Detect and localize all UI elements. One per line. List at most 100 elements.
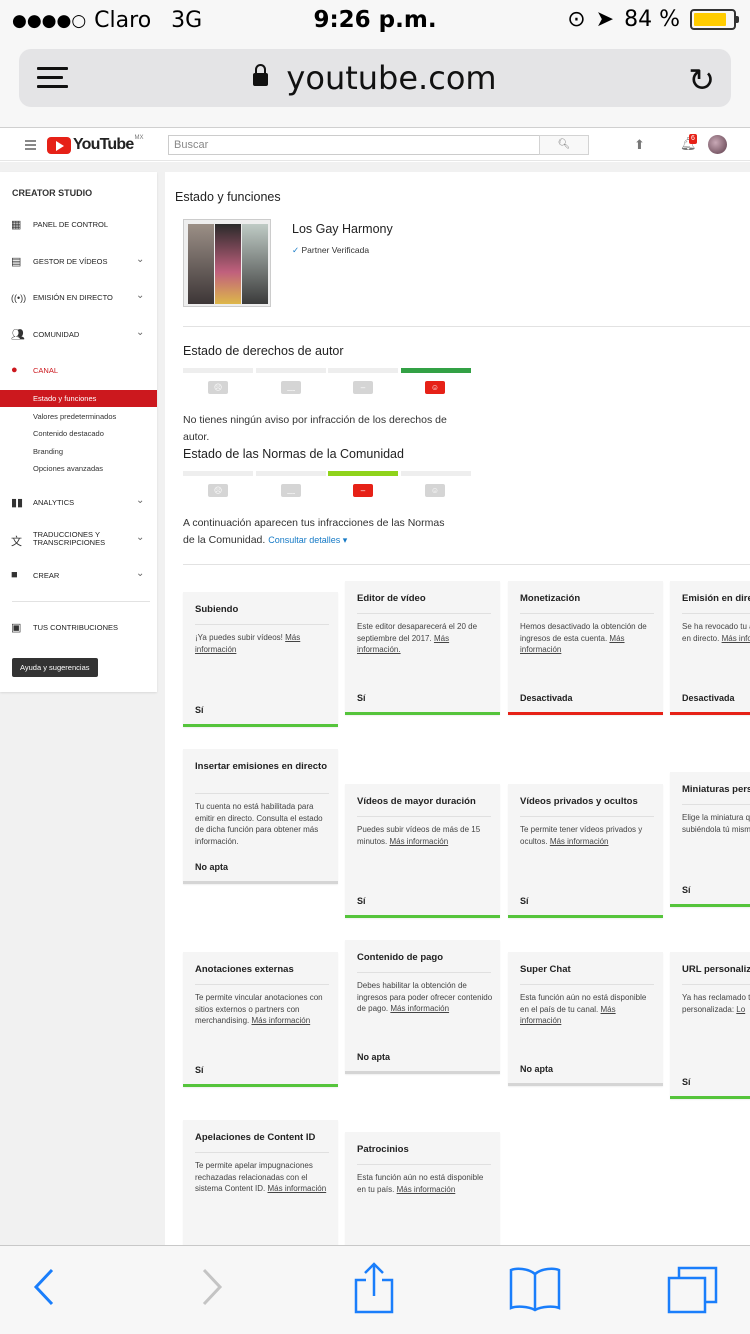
browser-toolbar (0, 1245, 750, 1334)
avatar[interactable] (708, 135, 727, 154)
feature-card: Subiendo ¡Ya puedes subir vídeos! Más inf… (183, 592, 338, 727)
sidebar-item-traducciones[interactable]: 文 TRADUCCIONES Y TRANSCRIPCIONES ⌄ (0, 527, 157, 553)
card-divider (682, 984, 750, 985)
more-info-link[interactable]: Más información (251, 1016, 310, 1025)
reload-icon[interactable]: ↻ (688, 61, 715, 99)
sidebar-item-emision-en-directo[interactable]: ((•)) EMISIÓN EN DIRECTO ⌄ (0, 288, 157, 308)
feature-card: Vídeos privados y ocultos Te permite tene… (508, 784, 663, 918)
back-icon[interactable] (30, 1266, 60, 1308)
sidebar-item-panel-de-control[interactable]: ▦ PANEL DE CONTROL (0, 215, 157, 235)
sidebar-sub-valores-predeterminados[interactable]: Valores predeterminados (0, 408, 157, 425)
feature-card: Apelaciones de Content ID Te permite apel… (183, 1120, 338, 1245)
card-status-bar (183, 724, 338, 727)
tabs-icon[interactable] (666, 1266, 720, 1316)
help-feedback-button[interactable]: Ayuda y sugerencias (12, 658, 98, 677)
sad-face-icon: ☹ (208, 484, 228, 497)
community-status-text: A continuación aparecen tus infracciones… (183, 515, 458, 549)
sidebar-item-label: EMISIÓN EN DIRECTO (33, 293, 113, 302)
card-divider (195, 624, 329, 625)
card-status: Sí (520, 896, 529, 906)
more-info-link[interactable]: Más información (550, 837, 609, 846)
neutral-face-icon: ﹏ (281, 484, 301, 497)
sad-face-icon: ☹ (208, 381, 228, 394)
sidebar-item-label: TRADUCCIONES Y TRANSCRIPCIONES (33, 530, 106, 547)
battery-percent: 84 % (624, 7, 680, 32)
more-info-link[interactable]: Más información (267, 1184, 326, 1193)
sidebar-item-canal[interactable]: ● CANAL (0, 361, 157, 381)
share-icon[interactable] (352, 1262, 396, 1314)
divider (183, 326, 750, 327)
partner-label: Partner Verificada (301, 245, 370, 255)
sidebar-item-tus-contribuciones[interactable]: ▣ TUS CONTRIBUCIONES (0, 618, 157, 638)
check-icon: ✓ (292, 245, 300, 255)
forward-icon[interactable] (196, 1266, 226, 1308)
sidebar-item-label: COMUNIDAD (33, 330, 80, 339)
feature-card: Monetización Hemos desactivado la obtenci… (508, 581, 663, 715)
neutral-face-icon: – (353, 381, 373, 394)
sidebar-item-analytics[interactable]: ▮▮ ANALYTICS ⌄ (0, 493, 157, 513)
sidebar-item-crear[interactable]: ■ CREAR ⌄ (0, 566, 157, 586)
happy-face-icon: ☺ (425, 484, 445, 497)
card-title: URL personalizada (682, 964, 750, 975)
card-status-bar (345, 915, 500, 918)
more-info-link[interactable]: Más información (390, 1004, 449, 1013)
status-bar: ●●●●○ Claro 3G 9:26 p.m. ⊙ ➤ 84 % (0, 0, 750, 40)
more-info-link[interactable]: Más información (389, 837, 448, 846)
more-info-link[interactable]: Más información (722, 634, 750, 643)
sidebar-item-label: CANAL (33, 366, 59, 375)
copyright-status-text: No tienes ningún aviso por infracción de… (183, 414, 447, 443)
consultar-detalles-link[interactable]: Consultar detalles ▾ (268, 535, 347, 545)
bookmarks-icon[interactable] (508, 1266, 562, 1312)
channel-name[interactable]: Los Gay Harmony (292, 222, 393, 236)
divider (183, 564, 750, 565)
search-button[interactable]: 🔍︎ (539, 135, 589, 155)
guide-menu-icon[interactable] (25, 140, 36, 152)
card-status: Sí (195, 705, 204, 715)
card-title: Contenido de pago (357, 952, 444, 963)
card-divider (520, 613, 654, 614)
card-status-bar (345, 712, 500, 715)
channel-thumbnail[interactable] (183, 219, 271, 307)
chevron-down-icon: ⌄ (136, 290, 145, 301)
sidebar-sub-estado-y-funciones[interactable]: Estado y funciones (0, 390, 157, 407)
address-bar[interactable]: youtube.com ↻ (19, 49, 731, 107)
sidebar-sub-opciones-avanzadas[interactable]: Opciones avanzadas (0, 460, 157, 477)
sidebar-item-comunidad[interactable]: 👥︎ COMUNIDAD ⌄ (0, 325, 157, 345)
happy-face-icon: ☺ (425, 381, 445, 394)
community-meter: ☹ ﹏ – ☺ (183, 471, 473, 501)
orientation-lock-icon: ⊙ (567, 7, 586, 32)
more-info-link[interactable]: Lo (736, 1005, 745, 1014)
more-info-link[interactable]: Más información (397, 1185, 456, 1194)
card-description: Debes habilitar la obtención de ingresos… (357, 980, 494, 1015)
feature-card: Emisión en directo Se ha revocado tu acce… (670, 581, 750, 715)
youtube-logo[interactable]: YouTube MX (47, 135, 143, 154)
sidebar-item-label: ANALYTICS (33, 498, 75, 507)
card-description: Ya has reclamado tu URL personalizada: L… (682, 992, 750, 1015)
partner-status: ✓ Partner Verificada (292, 245, 369, 256)
card-divider (195, 793, 329, 794)
chevron-down-icon: ⌄ (136, 254, 145, 265)
card-status: No apta (195, 862, 229, 872)
neutral-face-icon: ﹏ (281, 381, 301, 394)
search-input[interactable]: Buscar (168, 135, 540, 155)
page-body: CREATOR STUDIO ▦ PANEL DE CONTROL ▤ GEST… (0, 162, 750, 1245)
youtube-play-icon (47, 136, 71, 154)
sidebar-sub-branding[interactable]: Branding (0, 443, 157, 460)
upload-icon[interactable]: ⬆ (634, 137, 645, 153)
address-domain[interactable]: youtube.com (19, 59, 731, 97)
sidebar-sub-contenido-destacado[interactable]: Contenido destacado (0, 425, 157, 442)
sidebar-item-gestor-de-videos[interactable]: ▤ GESTOR DE VÍDEOS ⌄ (0, 252, 157, 272)
card-title: Monetización (520, 593, 581, 604)
create-icon: ■ (11, 569, 18, 581)
feature-card: Patrocinios Esta función aún no está disp… (345, 1132, 500, 1245)
card-divider (682, 613, 750, 614)
channel-icon: ● (11, 364, 18, 376)
battery-icon (690, 9, 739, 30)
card-title: Miniaturas personalizadas (682, 784, 750, 795)
sidebar-item-label: GESTOR DE VÍDEOS (33, 257, 108, 266)
feature-card: Super Chat Esta función aún no está dispo… (508, 952, 663, 1086)
card-description: ¡Ya puedes subir vídeos! Más información (195, 632, 332, 655)
translate-icon: 文 (11, 536, 22, 548)
card-description: Puedes subir vídeos de más de 15 minutos… (357, 824, 494, 847)
card-status-bar (508, 712, 663, 715)
